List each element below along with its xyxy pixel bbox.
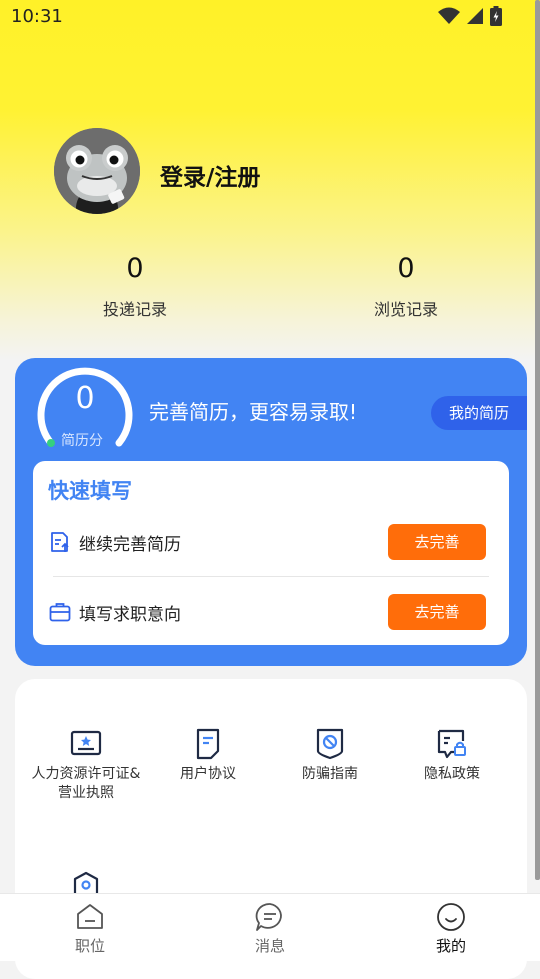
home-icon: [77, 904, 103, 929]
service-label-line: 人力资源许可证&: [31, 766, 141, 782]
resume-card: 0 简历分 完善简历，更容易录取! 我的简历 快速填写 继续完善简历 去完善 填…: [15, 358, 527, 666]
avatar[interactable]: [54, 128, 140, 214]
profile-icon: [437, 903, 465, 931]
nav-tab-messages[interactable]: 消息: [220, 902, 320, 956]
service-privacy-policy[interactable]: 隐私政策: [391, 727, 513, 784]
message-icon: [255, 903, 282, 931]
login-register-link[interactable]: 登录/注册: [160, 158, 260, 192]
nav-label: 消息: [254, 937, 285, 955]
service-license[interactable]: 人力资源许可证& 营业执照: [25, 727, 147, 803]
service-label: 隐私政策: [391, 765, 513, 784]
battery-icon: [490, 6, 502, 26]
browse-label: 浏览记录: [373, 300, 438, 319]
anti-fraud-icon: [316, 728, 344, 760]
quick-row-job-intention[interactable]: 填写求职意向 去完善: [48, 592, 494, 632]
service-label-line: 用户协议: [180, 766, 236, 782]
resume-score-label: 简历分: [61, 433, 103, 449]
status-time: 10:31: [11, 6, 63, 27]
delivery-label: 投递记录: [102, 300, 167, 319]
nav-label: 职位: [74, 937, 105, 955]
resume-score: 0: [75, 381, 95, 416]
status-bar: 10:31: [0, 0, 540, 34]
wifi-icon: [438, 7, 460, 24]
service-label: 防骗指南: [269, 765, 391, 784]
privacy-icon: [437, 729, 466, 759]
browse-count: 0: [397, 253, 415, 284]
quick-row-complete-resume[interactable]: 继续完善简历 去完善: [48, 522, 494, 562]
bottom-nav: 职位 消息 我的: [0, 893, 540, 961]
service-label: 人力资源许可证& 营业执照: [25, 765, 147, 803]
service-anti-fraud[interactable]: 防骗指南: [269, 727, 391, 784]
complete-resume-button[interactable]: 去完善: [388, 524, 486, 560]
quick-fill-title: 快速填写: [48, 479, 132, 503]
resume-slogan: 完善简历，更容易录取!: [149, 400, 358, 424]
job-intention-button[interactable]: 去完善: [388, 594, 486, 630]
service-user-agreement[interactable]: 用户协议: [147, 727, 269, 784]
service-label: 用户协议: [147, 765, 269, 784]
quick-row-label: 继续完善简历: [79, 535, 181, 555]
signal-icon: [467, 8, 483, 24]
service-label-line: 隐私政策: [424, 766, 480, 782]
service-label-line: 防骗指南: [302, 766, 358, 782]
stat-delivery-records[interactable]: 0 投递记录: [65, 250, 205, 320]
my-resume-button[interactable]: 我的简历: [431, 396, 527, 430]
nav-tab-mine[interactable]: 我的: [401, 902, 501, 956]
agreement-icon: [196, 728, 220, 760]
stat-browse-records[interactable]: 0 浏览记录: [336, 250, 476, 320]
frog-avatar-image: [54, 128, 140, 214]
quick-row-label: 填写求职意向: [79, 605, 181, 625]
resume-edit-icon: [51, 532, 69, 552]
nav-tab-jobs[interactable]: 职位: [40, 902, 140, 956]
delivery-count: 0: [126, 253, 144, 284]
quick-fill-card: 快速填写 继续完善简历 去完善 填写求职意向 去完善: [33, 461, 509, 645]
nav-label: 我的: [435, 937, 466, 955]
quick-divider: [53, 576, 489, 577]
scrollbar[interactable]: [535, 0, 540, 880]
briefcase-icon: [49, 603, 71, 622]
service-label-line: 营业执照: [58, 785, 114, 801]
status-icons: [438, 6, 502, 26]
license-icon: [70, 730, 102, 756]
